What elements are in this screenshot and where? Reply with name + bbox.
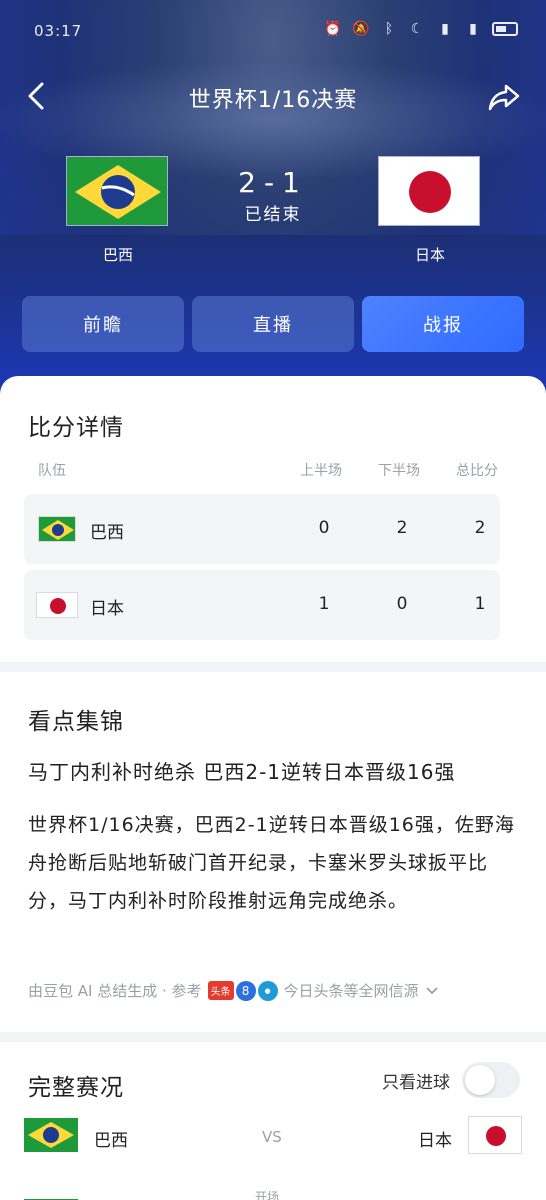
full-match-title: 完整赛况 [28,1075,124,1101]
source-8-logo-icon: 8 [235,980,256,1001]
source-prefix: 由豆包 AI 总结生成 · 参考 [28,982,202,1000]
japan-flag-icon [36,592,78,618]
table-row: 日本 1 0 1 [24,570,500,640]
header-team: 队伍 [38,463,66,479]
header-first-half: 上半场 [300,463,342,479]
row-team-name: 巴西 [90,523,124,543]
toutiao-logo-icon: 头条 [207,981,234,1000]
match-header-row: 巴西 VS 日本 [24,1116,522,1156]
page-title: 世界杯1/16决赛 [188,88,358,113]
toggle-knob [465,1065,495,1095]
highlights-headline: 马丁内利补时绝杀 巴西2-1逆转日本晋级16强 [28,760,456,784]
away-team-name: 日本 [414,246,445,264]
header-total: 总比分 [456,463,498,479]
tab-bar: 前瞻 直播 战报 [22,296,524,352]
away-team[interactable]: 日本 [378,156,480,264]
source-suffix: 今日头条等全网信源 [283,982,419,1000]
row-first-half: 1 [318,594,330,614]
brazil-flag-icon [38,516,76,542]
highlights-card: 看点集锦 马丁内利补时绝杀 巴西2-1逆转日本晋级16强 世界杯1/16决赛，巴… [0,672,546,1032]
highlights-summary: 世界杯1/16决赛，巴西2-1逆转日本晋级16强，佐野海舟抢断后贴地斩破门首开纪… [28,814,515,912]
away-name: 日本 [418,1131,452,1151]
home-name: 巴西 [94,1131,128,1151]
score-detail-title: 比分详情 [28,415,124,441]
chevron-down-icon [425,986,438,994]
event-time-label: 开场 [255,1190,280,1200]
japan-flag-icon [378,156,480,226]
table-row: 巴西 0 2 2 [24,494,500,564]
mute-icon: 🔕 [352,21,370,37]
status-bar: 03:17 ⏰ 🔕 ᛒ ☾ ▮ ▮ [0,0,546,64]
news-logo-icon: ● [257,980,278,1001]
battery-icon [492,22,518,36]
brazil-flag-icon [66,156,168,226]
bluetooth-icon: ᛒ [384,21,394,37]
row-team-name: 日本 [90,599,124,619]
brazil-flag-icon [24,1194,78,1200]
tab-preview[interactable]: 前瞻 [22,296,184,352]
row-total: 1 [474,594,486,614]
tab-live[interactable]: 直播 [192,296,354,352]
ai-source-line[interactable]: 由豆包 AI 总结生成 · 参考 头条 8 ● 今日头条等全网信源 [28,980,439,1001]
header-second-half: 下半场 [378,463,420,479]
hero-header: 03:17 ⏰ 🔕 ᛒ ☾ ▮ ▮ 世界杯1/16决赛 巴西 2-1 已结束 日… [0,0,546,400]
score-table-header: 队伍 上半场 下半场 总比分 [38,460,508,480]
score-detail-card: 比分详情 队伍 上半场 下半场 总比分 巴西 0 2 2 日本 1 0 1 [0,376,546,662]
moon-icon: ☾ [410,21,424,37]
status-icons: ⏰ 🔕 ᛒ ☾ ▮ ▮ [324,20,518,38]
match-score: 2-1 [238,166,308,199]
status-time: 03:17 [34,22,83,40]
signal-2-icon: ▮ [469,21,477,37]
row-second-half: 0 [396,594,408,614]
share-icon[interactable] [486,78,522,114]
match-status: 已结束 [244,205,302,225]
full-match-card: 完整赛况 只看进球 巴西 VS 日本 开场 [0,1042,546,1200]
home-team[interactable]: 巴西 [66,156,170,264]
japan-flag-icon [468,1116,522,1154]
alarm-icon: ⏰ [324,21,342,37]
source-logos: 头条 8 ● [207,980,278,1001]
brazil-flag-icon [24,1118,78,1152]
match-report-page: 03:17 ⏰ 🔕 ᛒ ☾ ▮ ▮ 世界杯1/16决赛 巴西 2-1 已结束 日… [0,0,546,1200]
highlights-title: 看点集锦 [28,709,124,735]
row-second-half: 2 [396,518,408,538]
goals-only-filter: 只看进球 [382,1062,520,1098]
signal-1-icon: ▮ [441,21,449,37]
tab-report[interactable]: 战报 [362,296,524,352]
goals-only-toggle[interactable] [462,1062,520,1098]
row-first-half: 0 [318,518,330,538]
nav-bar: 世界杯1/16决赛 [0,76,546,116]
vs-label: VS [262,1128,282,1146]
toggle-label: 只看进球 [382,1072,450,1093]
row-total: 2 [474,518,486,538]
home-team-name: 巴西 [102,246,133,264]
